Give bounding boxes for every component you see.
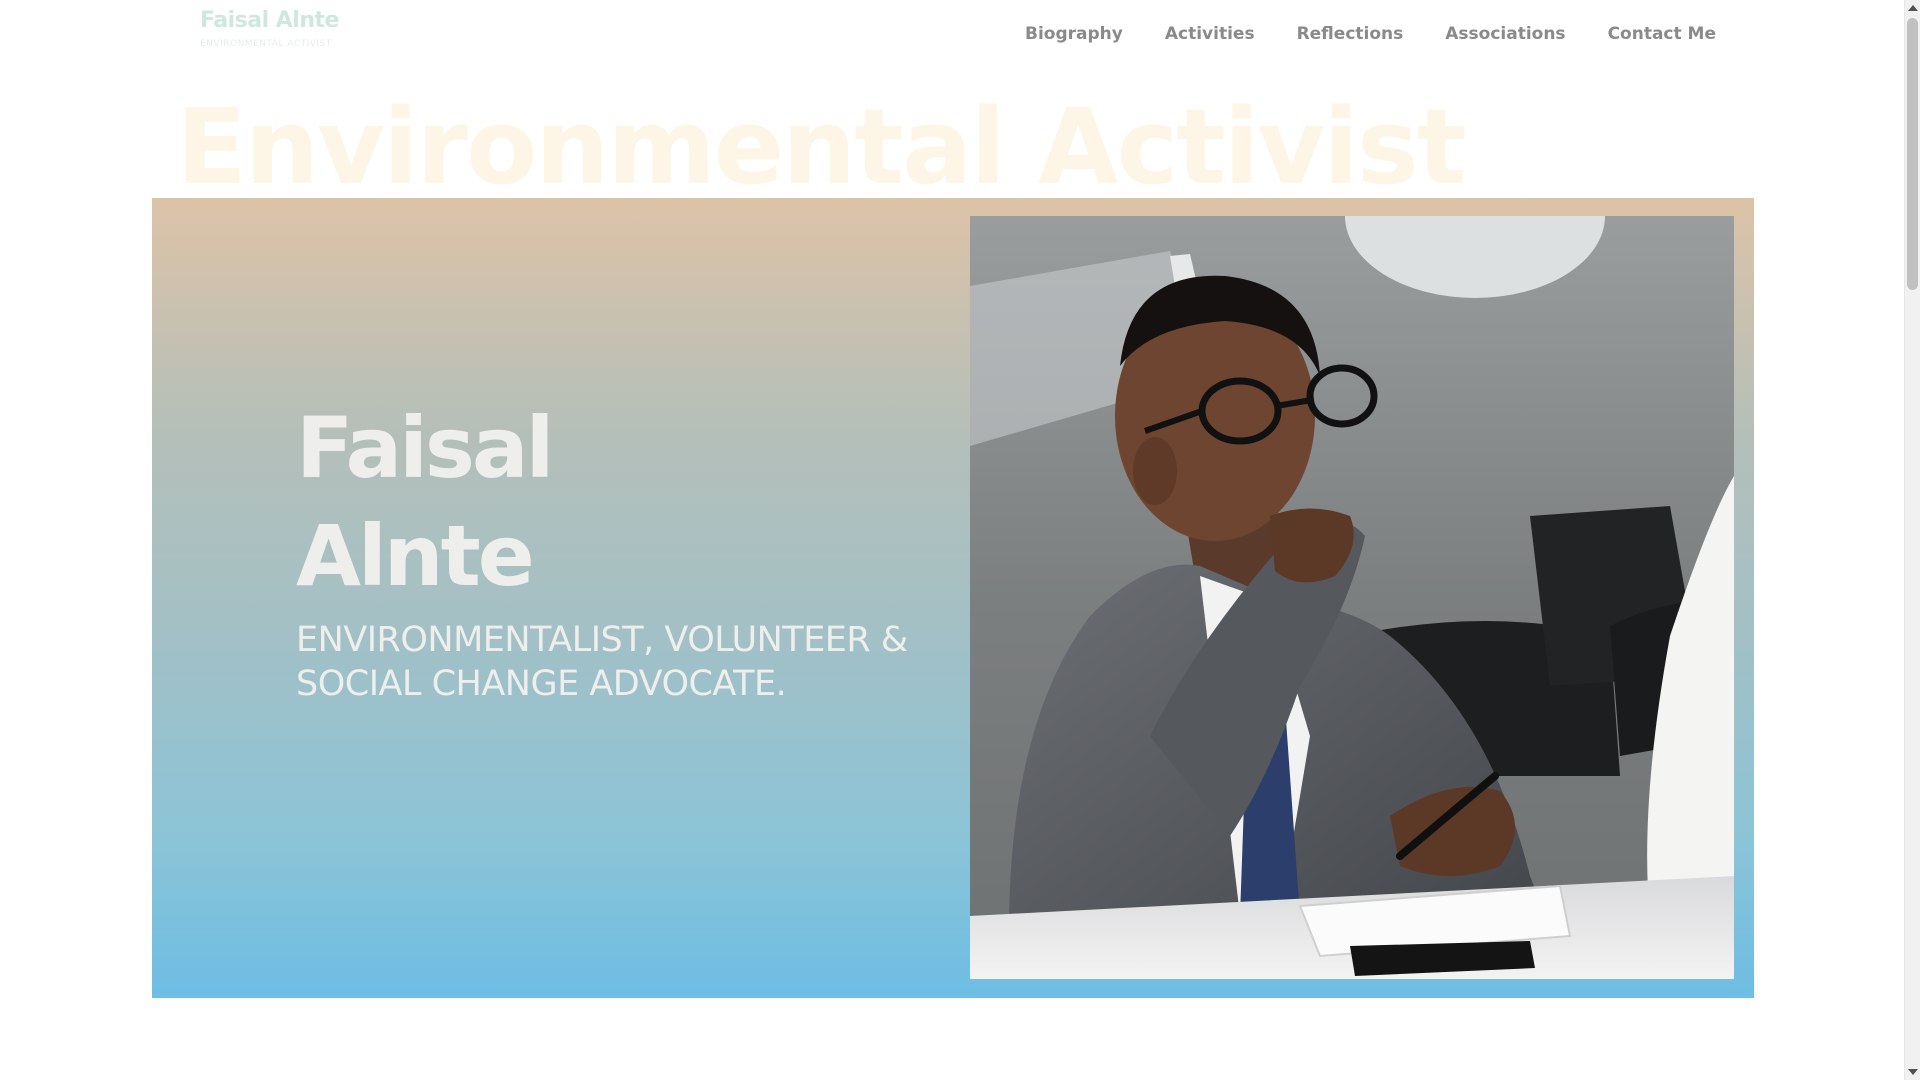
portrait-photo bbox=[970, 216, 1734, 979]
site-header: Faisal Alnte ENVIRONMENTAL ACTIVIST Biog… bbox=[0, 0, 1904, 80]
portrait-illustration bbox=[970, 216, 1734, 979]
hero-name-line1: Faisal bbox=[296, 399, 554, 497]
logo-tagline: ENVIRONMENTAL ACTIVIST bbox=[200, 39, 332, 49]
scroll-thumb[interactable] bbox=[1907, 18, 1918, 290]
vertical-scrollbar[interactable] bbox=[1904, 0, 1920, 1080]
nav-item-associations[interactable]: Associations bbox=[1445, 24, 1565, 44]
scroll-down-arrow-icon[interactable] bbox=[1908, 1069, 1918, 1075]
hero-subtitle: ENVIRONMENTALIST, VOLUNTEER & SOCIAL CHA… bbox=[296, 620, 908, 704]
main-nav: Biography Activities Reflections Associa… bbox=[1025, 24, 1716, 44]
page: Faisal Alnte ENVIRONMENTAL ACTIVIST Biog… bbox=[0, 0, 1920, 1080]
nav-item-activities[interactable]: Activities bbox=[1165, 24, 1255, 44]
site-logo[interactable]: Faisal Alnte ENVIRONMENTAL ACTIVIST bbox=[200, 8, 339, 49]
hero-name-line2: Alnte bbox=[296, 507, 535, 605]
hero-section: Faisal Alnte ENVIRONMENTALIST, VOLUNTEER… bbox=[152, 198, 1754, 998]
nav-item-contact[interactable]: Contact Me bbox=[1608, 24, 1716, 44]
logo-name[interactable]: Faisal Alnte bbox=[200, 8, 339, 33]
hero-name: Faisal Alnte bbox=[296, 394, 554, 610]
scroll-up-arrow-icon[interactable] bbox=[1908, 5, 1918, 11]
background-heading: Environmental Activist bbox=[176, 86, 1467, 208]
nav-item-biography[interactable]: Biography bbox=[1025, 24, 1123, 44]
nav-item-reflections[interactable]: Reflections bbox=[1297, 24, 1404, 44]
